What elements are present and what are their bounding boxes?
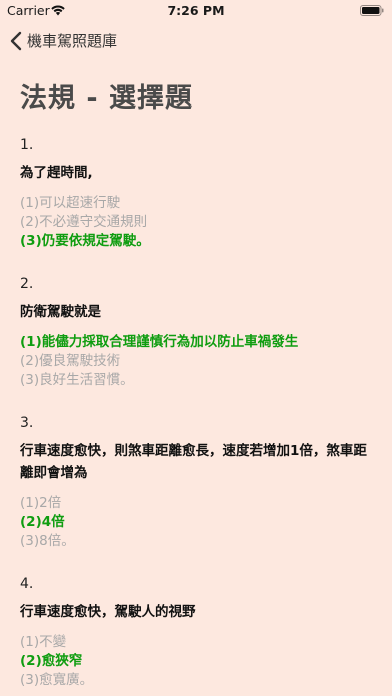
question-list: 1. 為了趕時間, (1)可以超速行駛 (2)不必遵守交通規則 (3)仍要依規定駕駛。 2… [0,136,392,690]
answer-option: (2)不必遵守交通規則 [20,214,148,230]
correct-answer-option: (3)仍要依規定駕駛。 [20,233,150,249]
question-item: 3. 行車速度愈快，則煞車距離愈長，速度若增加1倍，煞車距離即會增為 (1)2倍 (2… [20,414,372,551]
answer-option: (1)不變 [20,634,67,650]
answer-option: (1)可以超速行駛 [20,195,121,211]
question-number: 4. [20,576,34,592]
battery-icon [360,5,384,16]
option-list: (1)不變 (2)愈狹窄 (3)愈寬廣。 [20,633,372,690]
option-list: (1)可以超速行駛 (2)不必遵守交通規則 (3)仍要依規定駕駛。 [20,194,372,251]
correct-answer-option: (1)能儘力採取合理謹慎行為加以防止車禍發生 [20,334,299,350]
question-item: 1. 為了趕時間, (1)可以超速行駛 (2)不必遵守交通規則 (3)仍要依規定駕駛。 [20,136,372,251]
answer-option: (3)愈寬廣。 [20,672,94,688]
answer-option: (3)良好生活習慣。 [20,372,134,388]
correct-answer-option: (2)4倍 [20,514,65,530]
answer-option: (2)優良駕駛技術 [20,353,121,369]
question-text: 行車速度愈快，駕駛人的視野 [20,604,196,620]
question-text: 為了趕時間, [20,165,93,181]
back-button[interactable]: 機車駕照題庫 [10,30,117,51]
question-item: 2. 防衛駕駛就是 (1)能儘力採取合理謹慎行為加以防止車禍發生 (2)優良駕駛技術(… [20,275,372,390]
question-number: 2. [20,276,34,292]
page-title: 法規 - 選擇題 [20,83,194,114]
question-number: 3. [20,415,34,431]
navigation-bar: 機車駕照題庫 [0,22,392,64]
status-time: 7:26 PM [167,3,225,18]
status-bar: Carrier 7:26 PM [0,0,392,22]
chevron-left-icon [10,31,22,50]
correct-answer-option: (2)愈狹窄 [20,653,83,669]
question-number: 1. [20,137,34,153]
answer-option: (1)2倍 [20,495,62,511]
option-list: (1)能儘力採取合理謹慎行為加以防止車禍發生 (2)優良駕駛技術 (3)良好生活習慣… [20,333,372,390]
question-item: 4. 行車速度愈快，駕駛人的視野 (1)不變 (2)愈狹窄 (3)愈寬廣。 [20,575,372,690]
question-text: 防衛駕駛就是 [20,304,101,320]
option-list: (1)2倍 (2)4倍 (3)8倍。 [20,494,372,551]
back-button-label: 機車駕照題庫 [27,32,118,50]
question-text: 行車速度愈快，則煞車距離愈長，速度若增加1倍，煞車距離即會增為 [20,443,367,481]
answer-option: (3)8倍。 [20,533,75,549]
